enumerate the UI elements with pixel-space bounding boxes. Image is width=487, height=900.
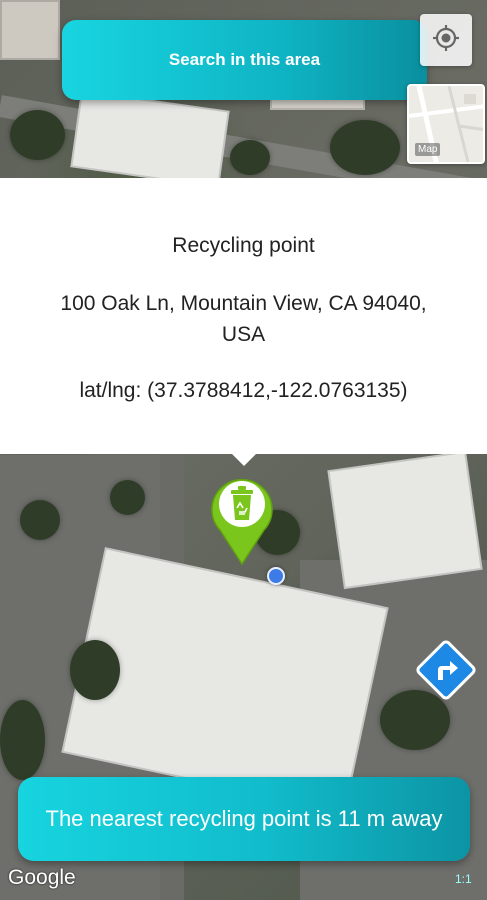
google-logo: Google — [8, 866, 76, 889]
map-type-label: Map — [415, 143, 441, 156]
info-address: 100 Oak Ln, Mountain View, CA 94040, USA — [24, 288, 464, 350]
my-location-button[interactable] — [420, 14, 472, 66]
info-address-line2: USA — [221, 323, 266, 346]
nearest-distance-banner: The nearest recycling point is 11 m away — [18, 777, 470, 861]
map-type-toggle[interactable]: Map — [407, 84, 485, 164]
directions-icon — [416, 640, 476, 700]
directions-button[interactable] — [416, 640, 476, 700]
map-scale: 1:1 — [455, 872, 472, 886]
recycling-marker[interactable] — [206, 470, 278, 566]
info-address-line1: 100 Oak Ln, Mountain View, CA 94040, — [60, 292, 427, 315]
info-title: Recycling point — [172, 234, 315, 257]
recycle-marker-icon — [211, 478, 273, 566]
info-coordinates: lat/lng: (37.3788412,-122.0763135) — [79, 379, 408, 402]
info-window[interactable]: Recycling point 100 Oak Ln, Mountain Vie… — [0, 178, 487, 454]
search-area-button[interactable]: Search in this area — [62, 20, 427, 100]
my-location-icon — [431, 23, 461, 58]
user-location-dot — [267, 567, 285, 585]
info-window-pointer — [232, 454, 256, 466]
